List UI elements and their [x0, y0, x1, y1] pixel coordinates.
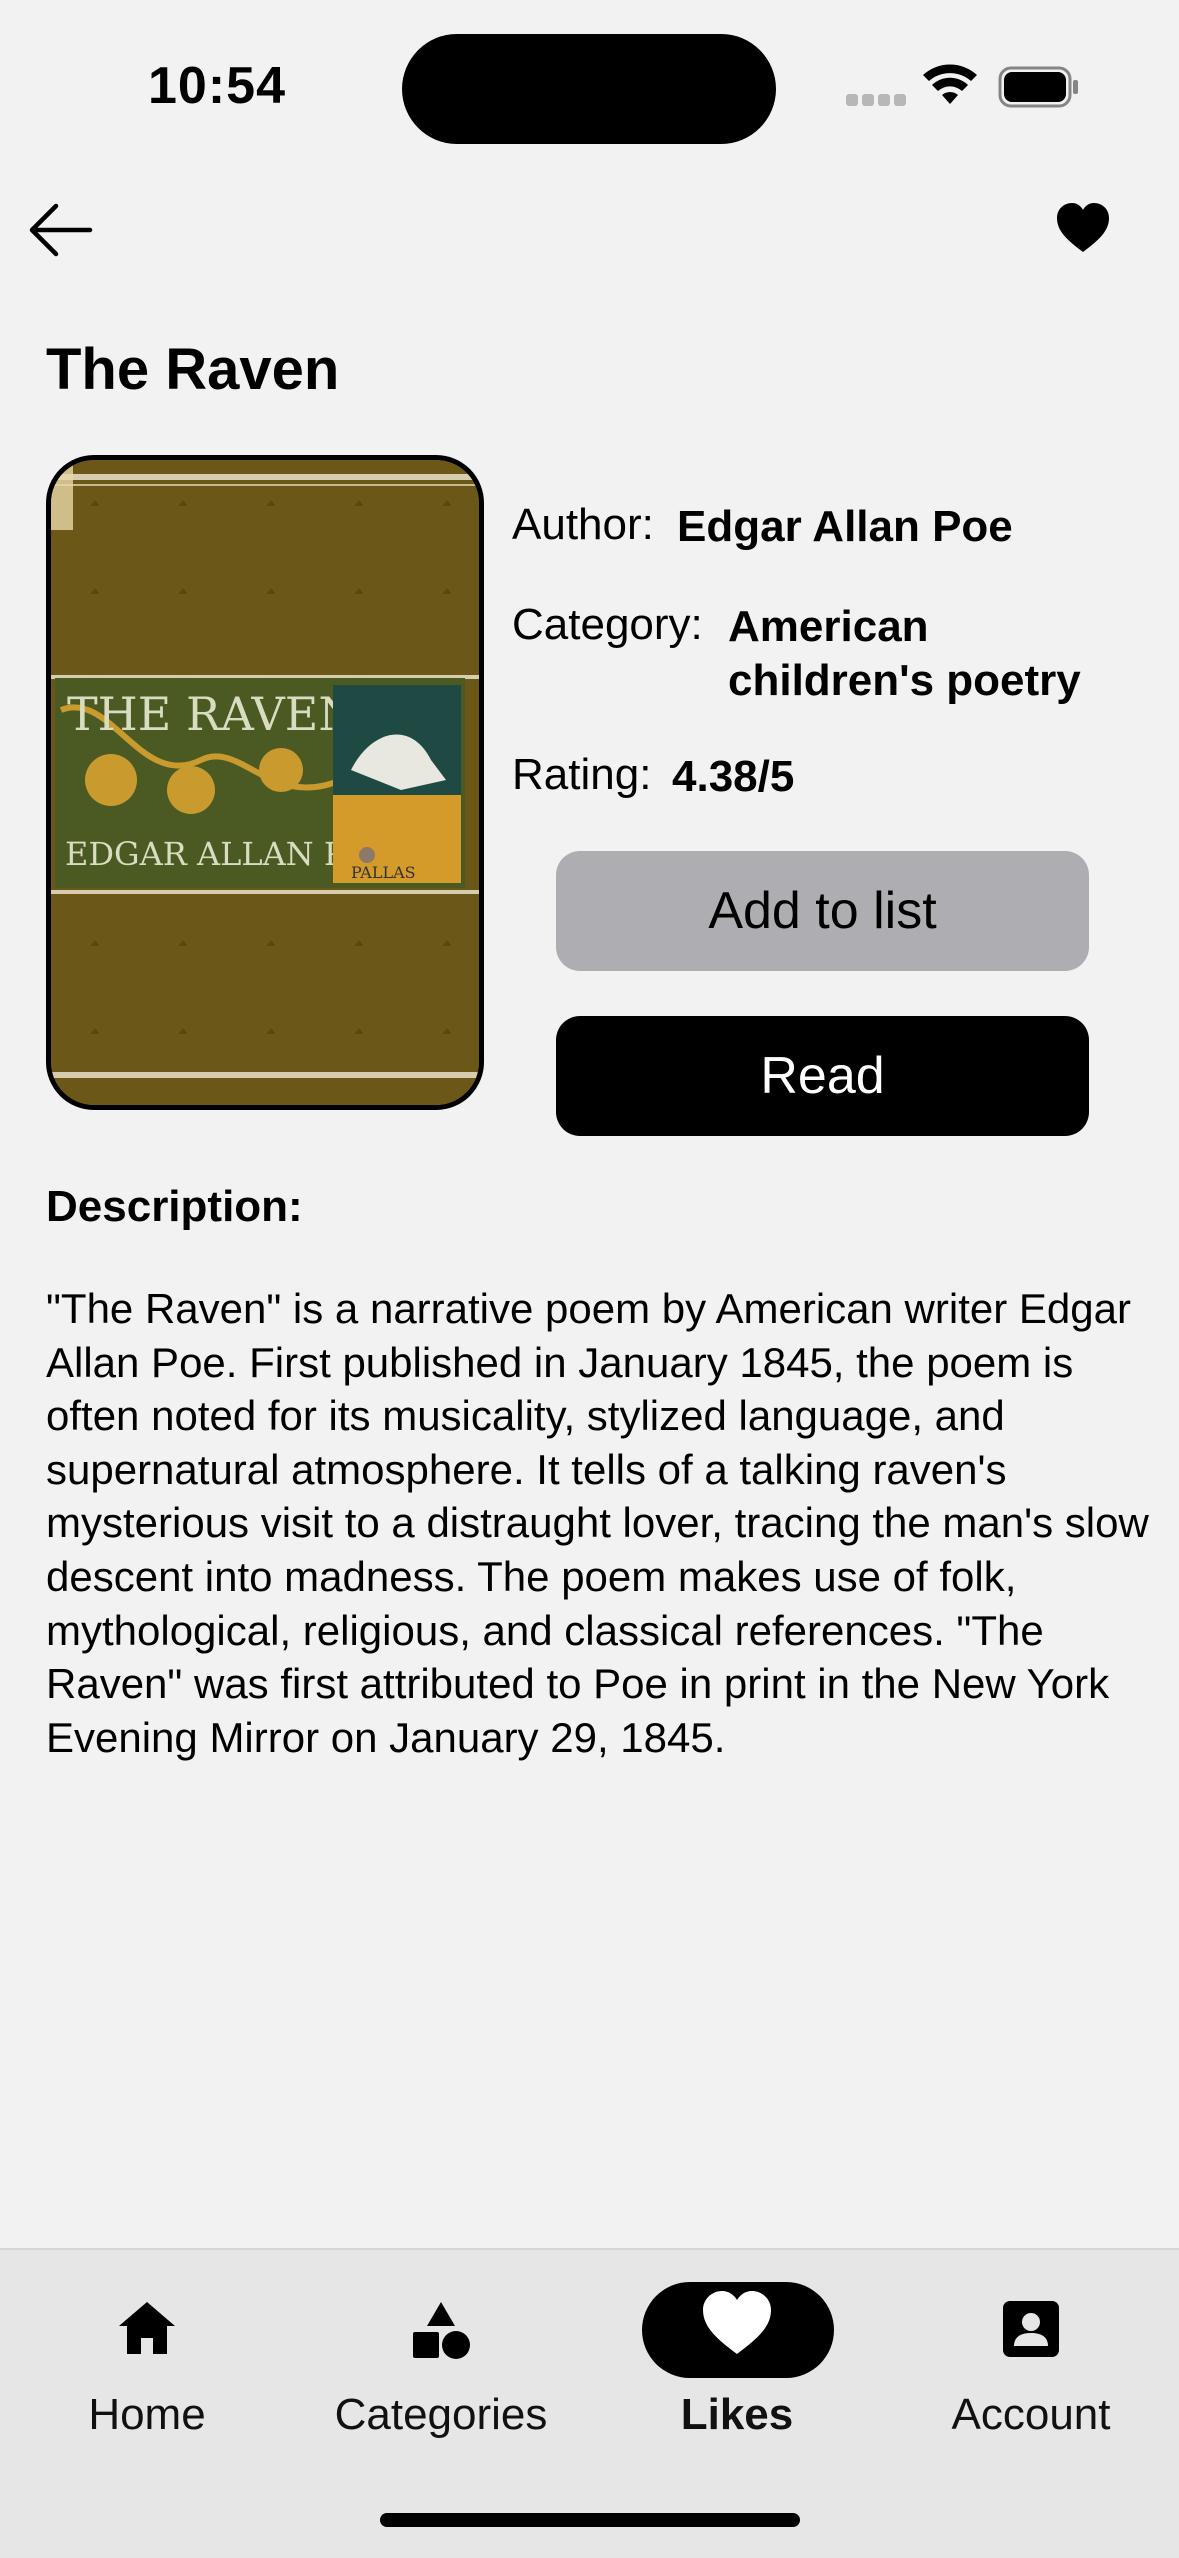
description-text: "The Raven" is a narrative poem by Ameri… — [46, 1285, 1149, 1761]
tab-bar: Home Categories Likes Account — [0, 2248, 1179, 2558]
tab-account[interactable]: Account — [901, 2250, 1161, 2470]
home-icon — [119, 2302, 175, 2354]
tab-account-label: Account — [951, 2390, 1111, 2439]
tab-categories-label: Categories — [334, 2390, 548, 2439]
read-button[interactable]: Read — [556, 1016, 1089, 1136]
heart-icon — [703, 2291, 771, 2354]
wifi-icon — [923, 64, 977, 104]
status-bar: 10:54 — [0, 0, 1179, 180]
back-arrow-icon[interactable] — [26, 200, 96, 260]
book-cover-art: THE RAVEN EDGAR ALLAN POE PALLAS — [51, 460, 479, 1105]
author-value: Edgar Allan Poe — [677, 502, 1013, 551]
account-icon — [1003, 2301, 1059, 2357]
rating-value: 4.38/5 — [672, 752, 795, 801]
rating-label: Rating: — [512, 750, 652, 799]
book-cover-image: THE RAVEN EDGAR ALLAN POE PALLAS — [46, 455, 484, 1110]
shapes-icon — [413, 2302, 470, 2359]
tab-home[interactable]: Home — [17, 2250, 277, 2470]
book-title: The Raven — [46, 337, 340, 402]
heart-icon[interactable] — [1055, 202, 1111, 254]
status-time: 10:54 — [148, 57, 286, 115]
tab-likes[interactable]: Likes — [607, 2250, 867, 2470]
description-heading: Description: — [46, 1182, 303, 1231]
cover-emblem-text: PALLAS — [351, 863, 416, 882]
battery-icon — [998, 66, 1078, 108]
category-value-line1: American — [728, 602, 929, 651]
add-to-list-button[interactable]: Add to list — [556, 851, 1089, 971]
home-indicator — [380, 2513, 800, 2527]
cover-title-text: THE RAVEN — [67, 687, 359, 741]
tab-home-label: Home — [88, 2390, 206, 2439]
category-value-line2: children's poetry — [728, 656, 1081, 705]
tab-likes-label: Likes — [680, 2390, 794, 2439]
category-label: Category: — [512, 600, 703, 649]
cellular-signal-icon — [846, 94, 906, 108]
dynamic-island — [402, 34, 776, 144]
author-label: Author: — [512, 500, 654, 549]
navigation-bar — [0, 180, 1179, 280]
tab-categories[interactable]: Categories — [311, 2250, 571, 2470]
